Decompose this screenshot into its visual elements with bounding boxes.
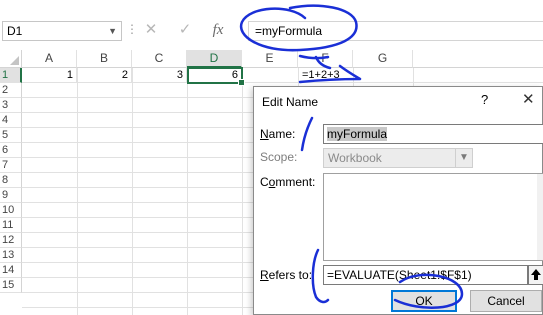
edit-name-dialog: Edit Name ? ✕ Name: myFormula Scope: Wor… <box>253 86 543 315</box>
cancel-icon[interactable]: ✕ <box>140 18 162 42</box>
row-header-9[interactable]: 9 <box>0 188 22 203</box>
row-header-10[interactable]: 10 <box>0 203 22 218</box>
drag-handle-icon[interactable]: ⋮ <box>126 22 138 36</box>
row-header-7[interactable]: 7 <box>0 158 22 173</box>
row-header-3[interactable]: 3 <box>0 98 22 113</box>
scope-value: Workbook <box>328 151 382 165</box>
row-header-12[interactable]: 12 <box>0 233 22 248</box>
select-all-corner[interactable] <box>0 50 22 68</box>
cell-b1[interactable]: 2 <box>77 68 132 83</box>
cell-f1[interactable]: =1+2+3 <box>298 68 358 83</box>
enter-icon[interactable]: ✓ <box>174 18 196 42</box>
refers-label-accesskey: R <box>260 268 269 282</box>
row-header-8[interactable]: 8 <box>0 173 22 188</box>
column-header-c[interactable]: C <box>132 50 187 68</box>
cell-c1[interactable]: 3 <box>132 68 187 83</box>
arrow-up-icon <box>531 269 541 280</box>
collapse-dialog-icon[interactable] <box>528 265 543 285</box>
name-box[interactable]: D1 ▼ <box>2 21 122 41</box>
cancel-button[interactable]: Cancel <box>470 290 542 312</box>
ok-button[interactable]: OK <box>391 290 457 312</box>
column-header-a[interactable]: A <box>22 50 77 68</box>
row-header-11[interactable]: 11 <box>0 218 22 233</box>
column-header-g[interactable]: G <box>353 50 413 68</box>
scope-label: Scope: <box>260 150 298 164</box>
name-field[interactable]: myFormula <box>323 124 543 144</box>
column-header-d[interactable]: D <box>187 50 242 68</box>
cell-d1-active[interactable]: 6 <box>187 67 245 86</box>
name-label-text: ame: <box>268 127 296 141</box>
row-header-5[interactable]: 5 <box>0 128 22 143</box>
column-header-f[interactable]: F <box>298 50 353 68</box>
formula-input[interactable]: =myFormula <box>248 21 543 41</box>
comment-label-pre: C <box>260 175 269 189</box>
row-header-13[interactable]: 13 <box>0 248 22 263</box>
name-box-value: D1 <box>7 24 23 38</box>
scope-select: Workbook ▼ <box>323 148 473 168</box>
column-header-blank <box>413 50 543 68</box>
dialog-title: Edit Name <box>262 95 319 109</box>
refers-to-field[interactable]: =EVALUATE(Sheet1!$F$1) <box>323 265 528 285</box>
row-header-2[interactable]: 2 <box>0 83 22 98</box>
column-header-b[interactable]: B <box>77 50 132 68</box>
help-icon[interactable]: ? <box>481 92 488 107</box>
chevron-down-icon: ▼ <box>455 149 472 167</box>
column-header-e[interactable]: E <box>242 50 298 68</box>
row-header-4[interactable]: 4 <box>0 113 22 128</box>
insert-function-icon[interactable]: fx <box>207 18 229 42</box>
refers-label-text: efers to: <box>268 268 313 282</box>
refers-to-label: Refers to: <box>260 268 312 282</box>
cell-a1[interactable]: 1 <box>22 68 77 83</box>
row-header-6[interactable]: 6 <box>0 143 22 158</box>
name-field-value: myFormula <box>327 127 388 141</box>
row-header-1[interactable]: 1 <box>0 68 22 83</box>
comment-textarea[interactable] <box>323 173 543 261</box>
row-header-15[interactable]: 15 <box>0 278 22 293</box>
row-header-14[interactable]: 14 <box>0 263 22 278</box>
name-label-accesskey: N <box>260 127 269 141</box>
close-icon[interactable]: ✕ <box>522 90 535 108</box>
comment-label-text: mment: <box>275 175 316 189</box>
comment-label: Comment: <box>260 175 315 189</box>
name-label: Name: <box>260 127 295 141</box>
formula-bar: D1 ▼ ⋮ ✕ ✓ fx =myFormula <box>0 0 543 50</box>
chevron-down-icon[interactable]: ▼ <box>108 22 117 40</box>
comment-scrollbar[interactable] <box>537 174 543 260</box>
